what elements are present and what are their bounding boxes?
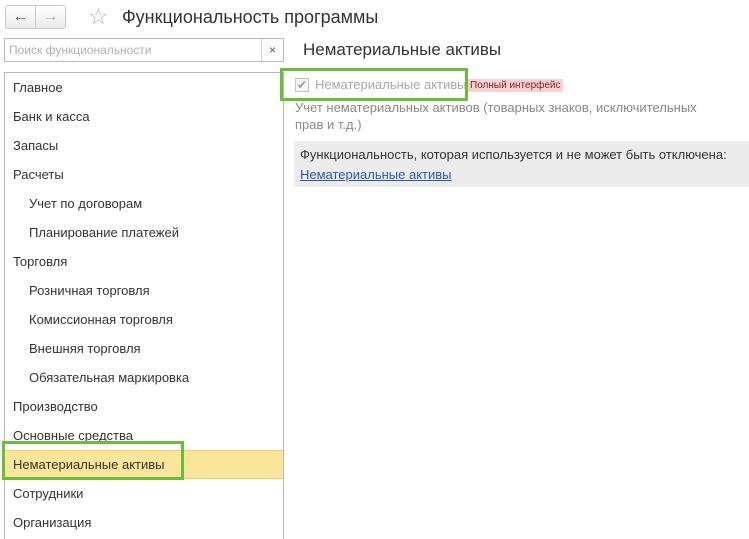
intangible-assets-link[interactable]: Нематериальные активы <box>300 167 452 183</box>
forward-button[interactable]: → <box>35 5 66 29</box>
search-input[interactable] <box>5 39 261 61</box>
sidebar-item-fixed-assets[interactable]: Основные средства <box>5 421 283 450</box>
sidebar-item-contracts[interactable]: Учет по договорам <box>5 189 283 218</box>
full-interface-badge: Полный интерфейс <box>468 79 563 92</box>
sidebar-item-commission[interactable]: Комиссионная торговля <box>5 305 283 334</box>
window-title: Функциональность программы <box>122 7 379 27</box>
sidebar-item-payment-planning[interactable]: Планирование платежей <box>5 218 283 247</box>
intangible-assets-checkbox-label: Нематериальные активы <box>315 77 467 92</box>
arrow-left-icon: ← <box>12 8 29 25</box>
sidebar-item-settlements[interactable]: Расчеты <box>5 160 283 189</box>
info-text: Функциональность, которая используется и… <box>300 147 727 162</box>
close-icon: × <box>268 43 276 57</box>
back-button[interactable]: ← <box>5 5 36 29</box>
sidebar-item-retail[interactable]: Розничная торговля <box>5 276 283 305</box>
sidebar-item-bank-cash[interactable]: Банк и касса <box>5 102 283 131</box>
checkmark-icon: ✔ <box>296 78 308 92</box>
sidebar-item-main[interactable]: Главное <box>5 73 283 102</box>
sidebar-item-employees[interactable]: Сотрудники <box>5 479 283 508</box>
sidebar-item-organization[interactable]: Организация <box>5 508 283 537</box>
search-box: × <box>4 38 284 62</box>
sidebar-item-production[interactable]: Производство <box>5 392 283 421</box>
sidebar-item-intangible-assets[interactable]: Нематериальные активы <box>5 450 283 479</box>
intangible-assets-checkbox[interactable]: ✔ <box>295 78 309 92</box>
info-panel: Функциональность, которая используется и… <box>294 141 749 187</box>
sidebar-item-marking[interactable]: Обязательная маркировка <box>5 363 283 392</box>
option-description: Учет нематериальных активов (товарных зн… <box>295 100 697 132</box>
clear-search-button[interactable]: × <box>261 39 283 61</box>
favorite-star-icon[interactable]: ☆ <box>88 2 109 30</box>
sidebar-item-inventory[interactable]: Запасы <box>5 131 283 160</box>
section-title: Нематериальные активы <box>303 40 502 59</box>
functionality-sidebar: Главное Банк и касса Запасы Расчеты Учет… <box>4 72 284 539</box>
sidebar-item-foreign-trade[interactable]: Внешняя торговля <box>5 334 283 363</box>
sidebar-item-trade[interactable]: Торговля <box>5 247 283 276</box>
arrow-right-icon: → <box>42 8 59 25</box>
